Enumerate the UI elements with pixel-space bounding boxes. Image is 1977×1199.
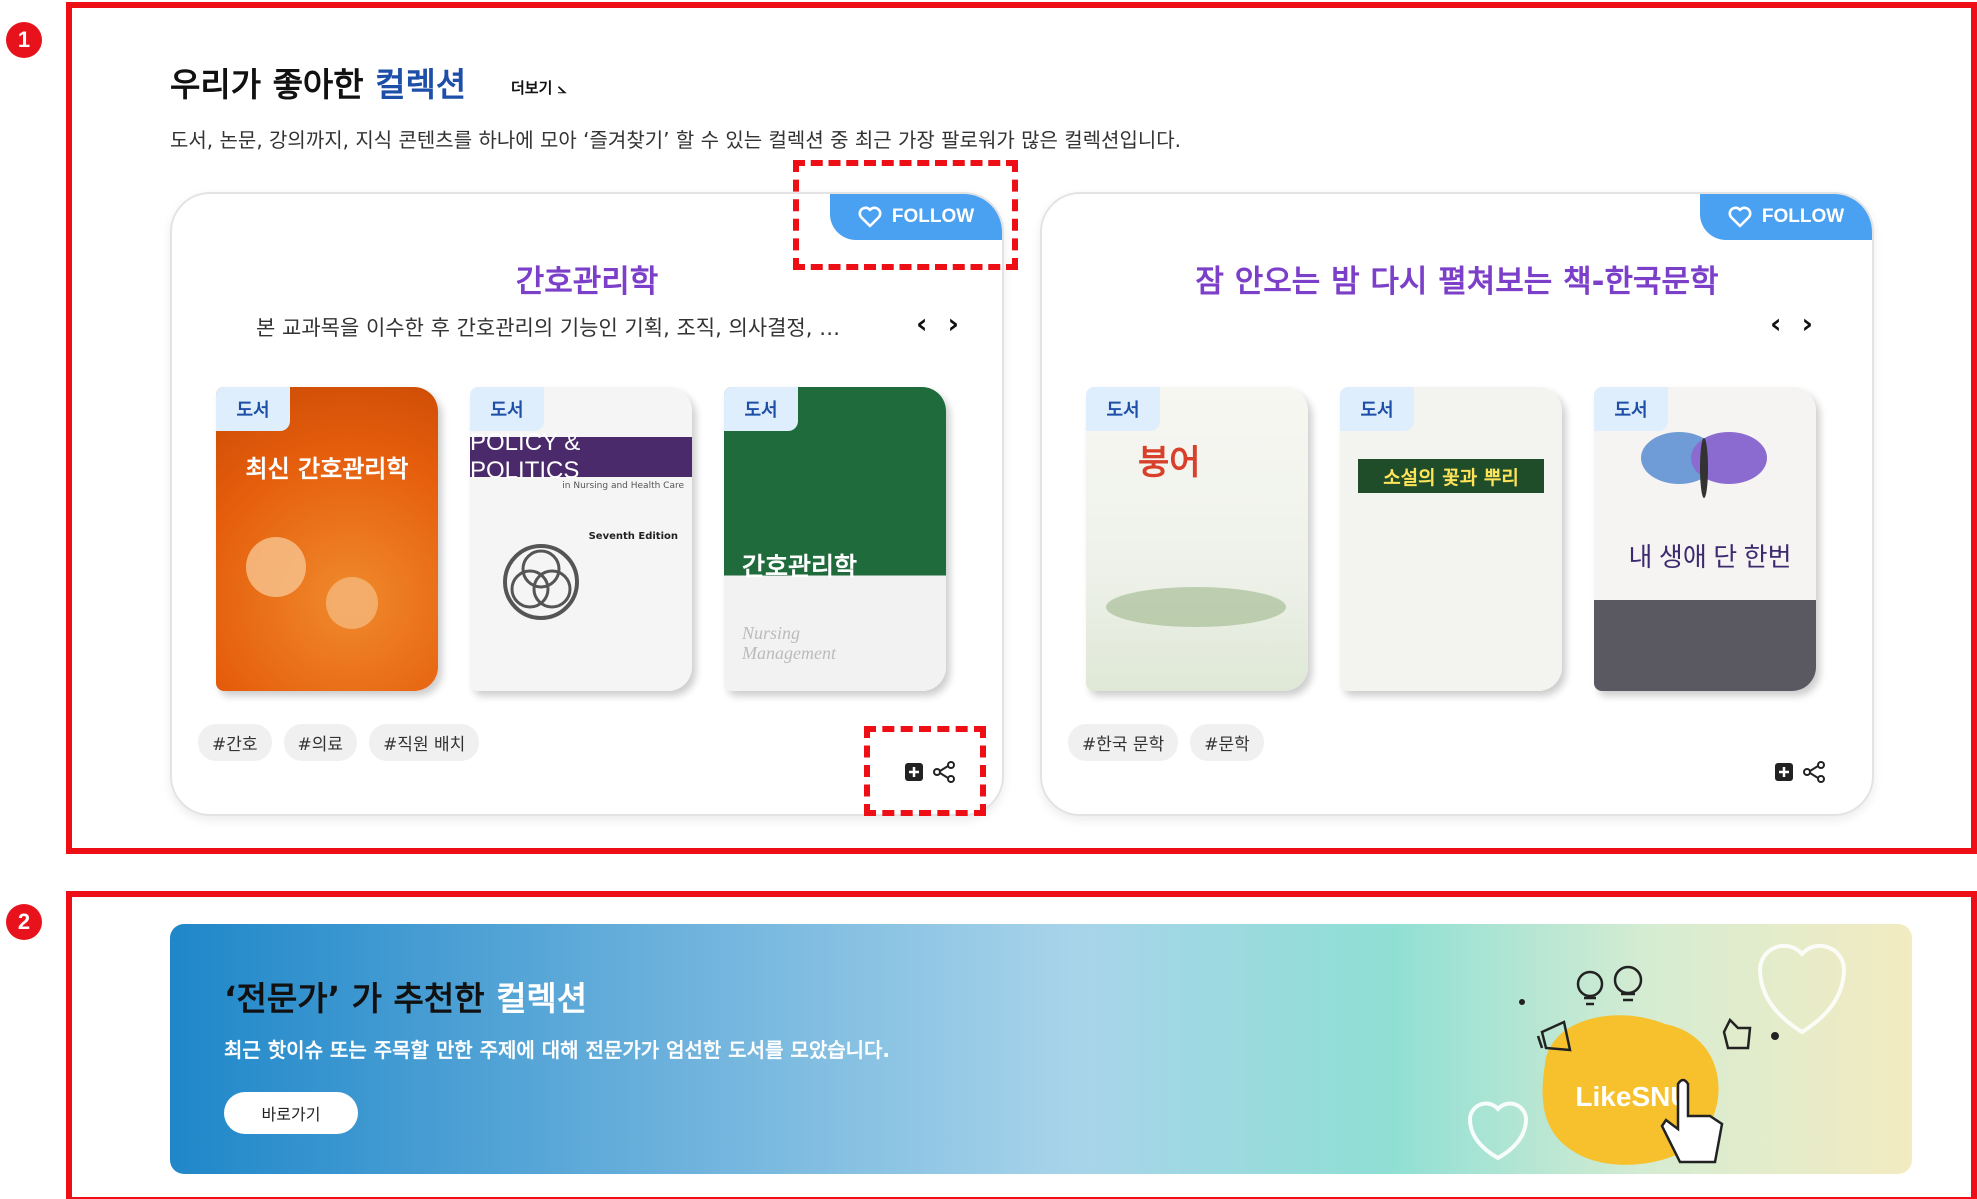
book-item[interactable]: 도서 붕어 — [1086, 387, 1308, 691]
book-type-tag: 도서 — [470, 387, 544, 431]
collection-card[interactable]: FOLLOW 잠 안오는 밤 다시 펼쳐보는 책-한국문학 ‹ › 도서 붕어 … — [1040, 192, 1874, 816]
butterfly-icon — [1641, 432, 1767, 498]
book-cover: 소설의 꽃과 뿌리 — [1340, 387, 1562, 691]
book-cover: 간호관리학 Nursing Management — [724, 387, 946, 691]
book-item[interactable]: 도서 POLICY & POLITICS in Nursing and Heal… — [470, 387, 692, 691]
book-type-tag: 도서 — [1594, 387, 1668, 431]
cover-subtitle: Nursing Management — [742, 623, 836, 663]
book-type-tag: 도서 — [1086, 387, 1160, 431]
banner-title: ‘전문가’ 가 추천한 컬렉션 — [224, 972, 587, 1020]
heart-icon — [1728, 206, 1752, 228]
expert-collection-banner[interactable]: ‘전문가’ 가 추천한 컬렉션 최근 핫이슈 또는 주목할 만한 주제에 대해 … — [170, 924, 1912, 1174]
banner-description: 최근 핫이슈 또는 주목할 만한 주제에 대해 전문가가 엄선한 도서를 모았습… — [224, 1038, 891, 1062]
book-item[interactable]: 도서 소설의 꽃과 뿌리 — [1340, 387, 1562, 691]
book-cover: 내 생애 단 한번 — [1594, 387, 1816, 691]
cover-emblem-icon — [503, 544, 579, 620]
book-type-tag: 도서 — [1340, 387, 1414, 431]
section-title: 우리가 좋아한 컬렉션 — [170, 58, 466, 106]
cover-title: 내 생애 단 한번 — [1628, 543, 1792, 572]
book-type-tag: 도서 — [216, 387, 290, 431]
book-cover: 최신 간호관리학 — [216, 387, 438, 691]
banner-title-prefix: ‘전문가’ 가 추천한 — [224, 979, 497, 1018]
follow-button[interactable]: FOLLOW — [1700, 194, 1872, 240]
section-title-prefix: 우리가 좋아한 — [170, 65, 376, 104]
bulb-icon — [1613, 965, 1643, 1002]
banner-illustration: LikeSNU — [1467, 943, 1847, 1165]
hashtag[interactable]: #간호 — [198, 724, 272, 761]
book-cover: 붕어 — [1086, 387, 1308, 691]
more-link[interactable]: 더보기 ⦣ — [511, 77, 566, 98]
book-item[interactable]: 도서 간호관리학 Nursing Management — [724, 387, 946, 691]
hashtag[interactable]: #의료 — [283, 724, 358, 761]
collection-card[interactable]: FOLLOW 간호관리학 본 교과목을 이수한 후 간호관리의 기능인 기획, … — [170, 192, 1004, 816]
follow-label: FOLLOW — [1761, 206, 1845, 227]
chevron-left-icon[interactable]: ‹ — [916, 307, 928, 340]
hashtag[interactable]: #직원 배치 — [369, 724, 480, 761]
section-title-accent: 컬렉션 — [375, 65, 467, 104]
add-box-icon[interactable] — [1774, 762, 1794, 782]
collection-title[interactable]: 잠 안오는 밤 다시 펼쳐보는 책-한국문학 — [1042, 256, 1872, 301]
cover-art — [326, 577, 378, 629]
cover-title-text: POLICY & POLITICS — [470, 429, 581, 484]
chevron-right-icon[interactable]: › — [948, 307, 960, 340]
cover-title: 간호관리학 — [742, 552, 858, 581]
cover-edition: Seventh Edition — [588, 531, 678, 542]
section-description: 도서, 논문, 강의까지, 지식 콘텐츠를 하나에 모아 ‘즐겨찾기’ 할 수 … — [170, 128, 1182, 152]
hashtag[interactable]: #문학 — [1190, 724, 1264, 761]
cover-title: 붕어 — [1138, 443, 1201, 483]
book-item[interactable]: 도서 내 생애 단 한번 — [1594, 387, 1816, 691]
cover-title: 최신 간호관리학 — [245, 455, 409, 483]
cover-title: POLICY & POLITICS — [470, 429, 692, 484]
share-icon[interactable] — [1802, 760, 1826, 784]
cover-title: 소설의 꽃과 뿌리 — [1358, 459, 1544, 493]
chevron-left-icon[interactable]: ‹ — [1770, 307, 1782, 340]
annotation-dashed-actions — [864, 726, 986, 816]
collection-description: 본 교과목을 이수한 후 간호관리의 기능인 기획, 조직, 의사결정, 지… — [256, 316, 856, 340]
cover-subtitle: in Nursing and Health Care — [562, 481, 684, 491]
cover-art — [1106, 587, 1286, 627]
thumbs-up-icon — [1722, 1017, 1752, 1050]
chevron-right-icon[interactable]: › — [1802, 307, 1814, 340]
go-button[interactable]: 바로가기 — [224, 1092, 358, 1134]
annotation-dashed-follow — [793, 160, 1018, 270]
annotation-marker-1: 1 — [6, 22, 42, 58]
book-cover: POLICY & POLITICS in Nursing and Health … — [470, 387, 692, 691]
logo-text: LikeSNU — [1575, 1081, 1690, 1112]
cover-title-text: 소설의 꽃과 뿌리 — [1383, 466, 1519, 489]
hashtag[interactable]: #한국 문학 — [1068, 724, 1179, 761]
annotation-marker-2: 2 — [6, 904, 42, 940]
banner-title-accent: 컬렉션 — [496, 979, 588, 1018]
book-type-tag: 도서 — [724, 387, 798, 431]
cover-art — [246, 537, 306, 597]
bulb-icon — [1576, 970, 1604, 1006]
book-item[interactable]: 도서 최신 간호관리학 — [216, 387, 438, 691]
